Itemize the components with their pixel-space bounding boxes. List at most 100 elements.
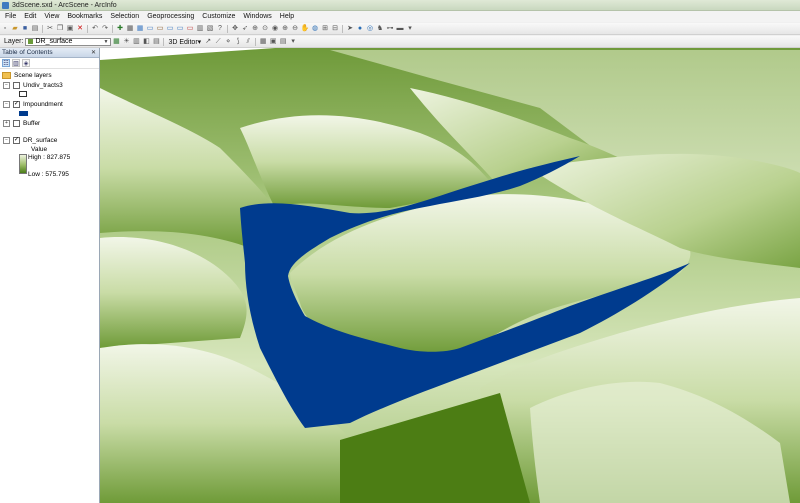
list-by-drawing-order-icon[interactable]: ☷ bbox=[2, 59, 10, 67]
menu-selection[interactable]: Selection bbox=[106, 13, 143, 20]
menu-edit[interactable]: Edit bbox=[20, 13, 40, 20]
expand-icon[interactable]: − bbox=[3, 100, 10, 108]
layer-row[interactable]: + Buffer bbox=[3, 119, 40, 127]
layer-visibility-checkbox[interactable]: ✓ bbox=[13, 136, 20, 144]
sketch-icon[interactable]: ⟋ bbox=[214, 38, 222, 46]
identify-icon[interactable]: ● bbox=[356, 25, 364, 33]
toc-toolbar: ☷ ▥ ◈ bbox=[0, 58, 99, 69]
menu-view[interactable]: View bbox=[40, 13, 63, 20]
print-icon[interactable]: ▤ bbox=[31, 25, 39, 33]
add-data-icon[interactable]: ✚ bbox=[116, 25, 124, 33]
copy-icon[interactable]: ❐ bbox=[56, 25, 64, 33]
transparency-icon[interactable]: ▦ bbox=[112, 38, 120, 46]
polygon-symbol-icon bbox=[19, 91, 27, 97]
window-icon[interactable]: ▭ bbox=[166, 25, 174, 33]
layer-symbol[interactable] bbox=[19, 90, 27, 98]
menu-bookmarks[interactable]: Bookmarks bbox=[63, 13, 106, 20]
layer-select[interactable]: DR_surface ▼ bbox=[25, 37, 112, 46]
create-features-icon[interactable]: ▤ bbox=[279, 38, 287, 46]
globe-icon[interactable]: ◎ bbox=[366, 25, 374, 33]
menu-windows[interactable]: Windows bbox=[239, 13, 275, 20]
paste-icon[interactable]: ▣ bbox=[66, 25, 74, 33]
overflow-icon[interactable]: ▾ bbox=[406, 25, 414, 33]
scene-properties-icon[interactable]: ▦ bbox=[136, 25, 144, 33]
list-by-visibility-icon[interactable]: ◈ bbox=[22, 59, 30, 67]
legend-ramp[interactable] bbox=[19, 154, 27, 174]
layer-visibility-checkbox[interactable] bbox=[13, 81, 20, 89]
table-icon[interactable]: ▬ bbox=[396, 25, 404, 33]
lighting-icon[interactable]: ☀ bbox=[122, 38, 130, 46]
face-culling-icon[interactable]: ◧ bbox=[142, 38, 150, 46]
close-icon[interactable]: ✕ bbox=[91, 49, 96, 56]
toc-title: Table of Contents bbox=[2, 49, 53, 56]
narrow-fov-icon[interactable]: ⊞ bbox=[321, 25, 329, 33]
expand-icon[interactable]: + bbox=[3, 119, 10, 127]
new-icon[interactable]: ▫ bbox=[1, 25, 9, 33]
save-icon[interactable]: ■ bbox=[21, 25, 29, 33]
legend-title: Value bbox=[31, 145, 48, 153]
help-icon[interactable]: ? bbox=[216, 25, 224, 33]
toolbar-separator bbox=[255, 37, 257, 46]
arcscene-app-icon bbox=[2, 1, 9, 9]
cut-icon[interactable]: ✂ bbox=[46, 25, 54, 33]
python-icon[interactable]: ▥ bbox=[196, 25, 204, 33]
layer-row[interactable]: − Undiv_tracts3 bbox=[3, 81, 63, 89]
toolbox-icon[interactable]: ▭ bbox=[186, 25, 194, 33]
layer-symbol[interactable] bbox=[19, 109, 28, 117]
layer-row[interactable]: − ✓ DR_surface bbox=[3, 136, 57, 144]
toolbar-separator bbox=[342, 24, 343, 33]
toolbar-separator bbox=[112, 24, 113, 33]
depth-priority-icon[interactable]: ▤ bbox=[152, 38, 160, 46]
open-icon[interactable]: ▰ bbox=[11, 25, 19, 33]
layer-properties-icon[interactable]: ▦ bbox=[126, 25, 134, 33]
redo-icon[interactable]: ↷ bbox=[101, 25, 109, 33]
catalog-icon[interactable]: ▭ bbox=[176, 25, 184, 33]
list-by-source-icon[interactable]: ▥ bbox=[12, 59, 20, 67]
reshape-icon[interactable]: ⟆ bbox=[234, 38, 242, 46]
shading-icon[interactable]: ▥ bbox=[132, 38, 140, 46]
menu-bar: File Edit View Bookmarks Selection Geopr… bbox=[0, 11, 800, 22]
full-extent-icon[interactable]: ◍ bbox=[311, 25, 319, 33]
legend-high: High : 827.875 bbox=[28, 153, 71, 161]
widen-fov-icon[interactable]: ⊟ bbox=[331, 25, 339, 33]
zoom-out-icon[interactable]: ⊖ bbox=[291, 25, 299, 33]
3d-effects-toolbar: Layer: DR_surface ▼ ▦ ☀ ▥ ◧ ▤ 3D Editor▾… bbox=[0, 36, 800, 48]
layer-name: Undiv_tracts3 bbox=[23, 81, 63, 89]
sketch-properties-icon[interactable]: ▣ bbox=[269, 38, 277, 46]
target-icon[interactable]: ⊕ bbox=[251, 25, 259, 33]
zoom-in-icon[interactable]: ⊕ bbox=[281, 25, 289, 33]
select-icon[interactable]: ➤ bbox=[346, 25, 354, 33]
toc-header: Table of Contents ✕ bbox=[0, 48, 99, 58]
pan-icon[interactable]: ✋ bbox=[301, 25, 310, 33]
menu-geoprocessing[interactable]: Geoprocessing bbox=[143, 13, 198, 20]
menu-file[interactable]: File bbox=[0, 13, 20, 20]
layer-row[interactable]: − ✓ Impoundment bbox=[3, 100, 63, 108]
scene-viewer[interactable] bbox=[100, 48, 800, 503]
measure-icon[interactable]: ⊶ bbox=[386, 25, 394, 33]
menu-help[interactable]: Help bbox=[276, 13, 298, 20]
layer-name: Impoundment bbox=[23, 100, 63, 108]
layer-visibility-checkbox[interactable]: ✓ bbox=[13, 100, 20, 108]
animation-icon[interactable]: ▭ bbox=[156, 25, 164, 33]
background-icon[interactable]: ▭ bbox=[146, 25, 154, 33]
modelbuilder-icon[interactable]: ▧ bbox=[206, 25, 214, 33]
vertex-icon[interactable]: ⋄ bbox=[224, 38, 232, 46]
attributes-icon[interactable]: ▦ bbox=[259, 38, 267, 46]
menu-customize[interactable]: Customize bbox=[198, 13, 239, 20]
scene-layers-node[interactable]: Scene layers bbox=[2, 71, 52, 79]
zoom-to-target-icon[interactable]: ⊙ bbox=[261, 25, 269, 33]
expand-icon[interactable]: − bbox=[3, 136, 10, 144]
overflow-icon[interactable]: ▾ bbox=[289, 38, 297, 46]
edit-tool-icon[interactable]: ↗ bbox=[204, 38, 212, 46]
3d-editor-menu[interactable]: 3D Editor▾ bbox=[166, 38, 203, 46]
find-icon[interactable]: ♞ bbox=[376, 25, 384, 33]
chevron-down-icon: ▼ bbox=[103, 38, 109, 45]
expand-icon[interactable]: − bbox=[3, 81, 10, 89]
delete-icon[interactable]: ✕ bbox=[76, 25, 84, 33]
split-icon[interactable]: ⫽ bbox=[244, 38, 252, 46]
navigate-icon[interactable]: ✥ bbox=[231, 25, 239, 33]
observer-icon[interactable]: ◉ bbox=[271, 25, 279, 33]
fly-icon[interactable]: ➶ bbox=[241, 25, 249, 33]
undo-icon[interactable]: ↶ bbox=[91, 25, 99, 33]
layer-visibility-checkbox[interactable] bbox=[13, 119, 20, 127]
